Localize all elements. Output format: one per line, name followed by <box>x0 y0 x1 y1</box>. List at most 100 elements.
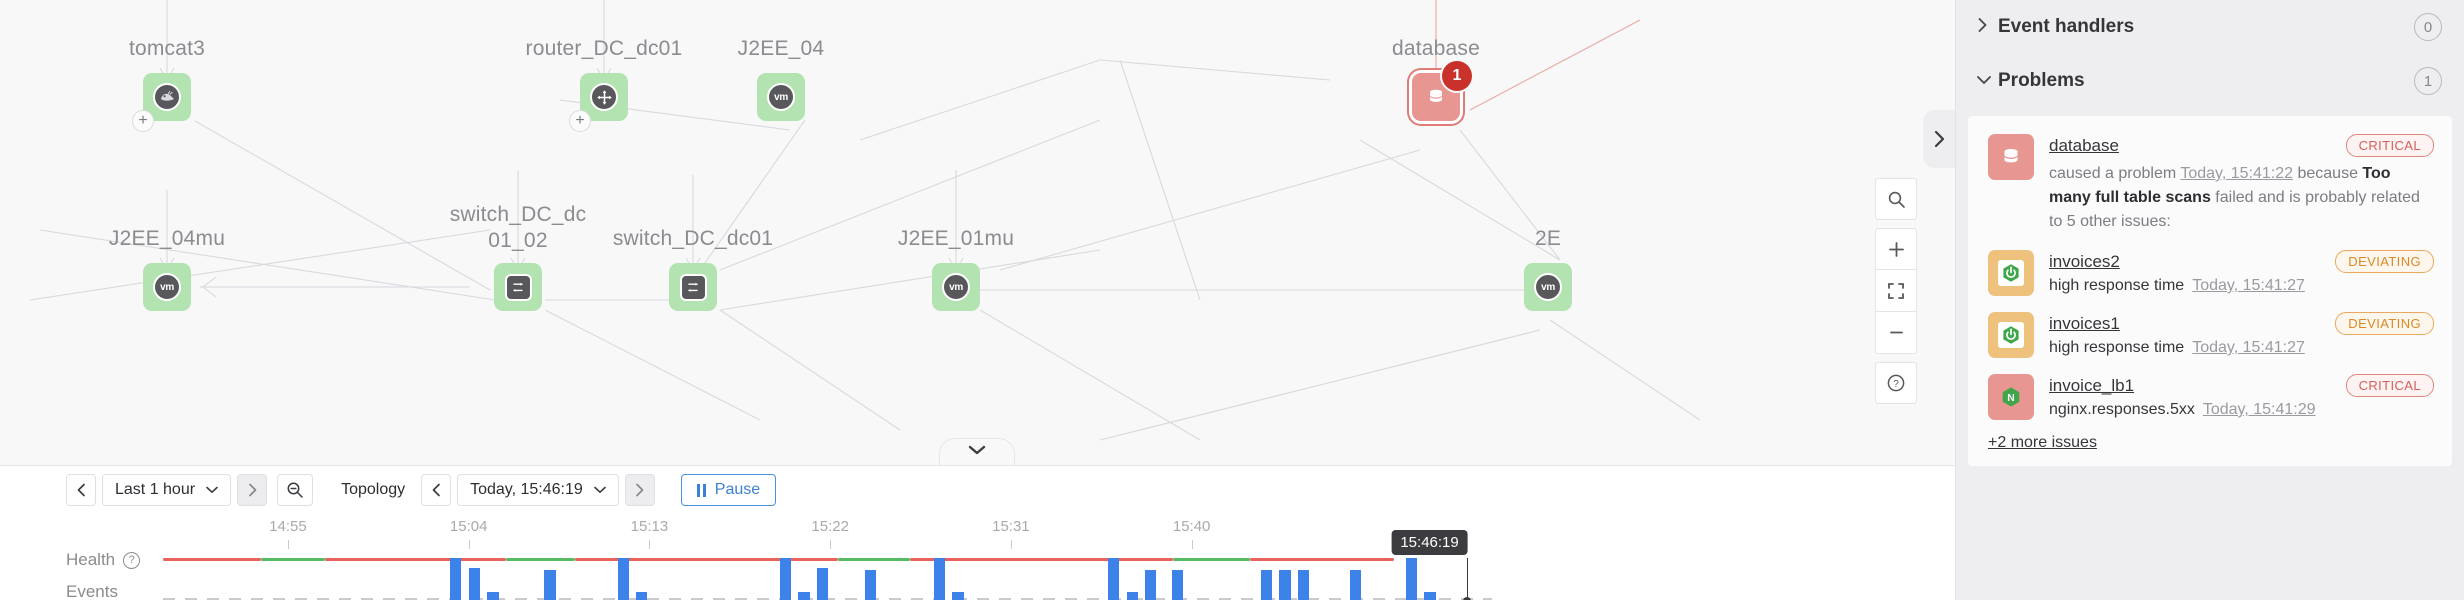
topology-node-switch_DC_dc01_02[interactable] <box>494 263 542 311</box>
health-segment-critical <box>909 558 1174 561</box>
topology-node-J2EE_01mu[interactable]: vm <box>932 263 980 311</box>
event-bar[interactable] <box>1171 570 1183 600</box>
pause-label: Pause <box>714 481 761 498</box>
timeline-chart[interactable]: Health ? Events 14:55 15:04 15:13 15:22 15:3… <box>0 514 1955 600</box>
problem-severity-badge: DEVIATING <box>2335 250 2434 273</box>
event-bar[interactable] <box>779 558 791 600</box>
chevron-left-icon <box>432 483 440 497</box>
timestamp-select[interactable]: Today, 15:46:19 <box>457 474 619 506</box>
expand-node-button[interactable]: + <box>569 110 591 132</box>
topology-node-router_DC_dc01[interactable]: + <box>569 73 628 132</box>
event-bar[interactable] <box>544 570 556 600</box>
chevron-right-icon <box>636 483 644 497</box>
problem-row[interactable]: invoices1 DEVIATING high response time Toda… <box>1968 304 2452 366</box>
search-button[interactable] <box>1875 178 1917 220</box>
event-bar[interactable] <box>1107 558 1120 600</box>
time-range-select[interactable]: Last 1 hour <box>102 474 232 506</box>
timeline-events-label: Events <box>66 582 118 600</box>
problem-entity-link[interactable]: invoices1 <box>2049 314 2120 334</box>
next-timestamp-button[interactable] <box>624 474 655 506</box>
event-bar[interactable] <box>952 592 964 600</box>
node-label-J2EE_hidden: 2E <box>1534 227 1562 250</box>
problem-timestamp-link[interactable]: Today, 15:41:22 <box>2180 165 2293 182</box>
event-bar[interactable] <box>468 568 480 600</box>
event-bar[interactable] <box>816 568 829 600</box>
problem-body: database CRITICAL caused a problem Today, … <box>2049 134 2434 234</box>
event-bar[interactable] <box>1297 570 1310 600</box>
expand-node-button[interactable]: + <box>132 110 154 132</box>
problem-row[interactable]: database CRITICAL caused a problem Today, … <box>1968 126 2452 242</box>
vm-icon: vm <box>942 273 970 301</box>
timeline-tick-mark <box>649 540 651 549</box>
drawer-expand-handle[interactable] <box>1923 110 1955 168</box>
event-bar[interactable] <box>1145 570 1157 600</box>
tomcat-icon <box>153 83 181 111</box>
section-title: Problems <box>1998 70 2085 91</box>
zoom-in-button[interactable] <box>1875 228 1917 270</box>
timeline-tick-mark <box>468 540 470 549</box>
topology-node-tomcat3[interactable]: + <box>132 73 191 132</box>
section-event-handlers[interactable]: Event handlers 0 <box>1956 0 2464 54</box>
problem-entity-icon <box>1988 250 2034 296</box>
problem-timestamp-link[interactable]: Today, 15:41:29 <box>2203 401 2316 418</box>
event-bar[interactable] <box>798 592 810 600</box>
canvas-collapse-button[interactable] <box>939 438 1015 465</box>
node-label-router_DC_dc01: router_DC_dc01 <box>525 37 683 60</box>
problem-entity-link[interactable]: database <box>2049 136 2119 156</box>
event-bar[interactable] <box>933 558 946 600</box>
desc-prefix: caused a problem <box>2049 165 2181 182</box>
chevron-right-icon <box>1976 17 1998 38</box>
timeline-plot[interactable]: 14:55 15:04 15:13 15:22 15:31 15:40 15:46:19 <box>163 514 1492 600</box>
event-bar[interactable] <box>1260 570 1273 600</box>
event-bar[interactable] <box>1279 570 1291 600</box>
zoom-out-button[interactable] <box>1875 312 1917 354</box>
problem-header: invoice_lb1 CRITICAL <box>2049 374 2434 397</box>
problem-entity-link[interactable]: invoice_lb1 <box>2049 376 2134 396</box>
svg-text:?: ? <box>1893 379 1899 390</box>
more-issues-link[interactable]: +2 more issues <box>1988 434 2097 452</box>
pause-button[interactable]: Pause <box>680 474 777 506</box>
topology-node-J2EE_04[interactable]: vm <box>757 73 805 121</box>
problem-entity-icon: N <box>1988 374 2034 420</box>
problem-body: invoice_lb1 CRITICAL nginx.responses.5xx To… <box>2049 374 2434 420</box>
timeline-cursor[interactable]: 15:46:19 <box>1391 530 1472 600</box>
event-bar[interactable] <box>1424 592 1436 600</box>
health-segment-healthy <box>838 558 910 561</box>
problem-timestamp-link[interactable]: Today, 15:41:27 <box>2192 339 2305 356</box>
previous-timestamp-button[interactable] <box>421 474 452 506</box>
node-problem-badge[interactable]: 1 <box>1442 61 1472 91</box>
help-button[interactable]: ? <box>1875 362 1917 404</box>
problem-row[interactable]: Ninvoice_lb1 CRITICAL nginx.responses.5xx T… <box>1968 366 2452 428</box>
topology-node-J2EE_04mu[interactable]: vm <box>143 263 191 311</box>
vm-icon: vm <box>153 273 181 301</box>
event-bar[interactable] <box>617 558 629 600</box>
event-bar[interactable] <box>1126 592 1138 600</box>
event-bar[interactable] <box>1405 558 1417 600</box>
time-range-value: Last 1 hour <box>115 481 196 498</box>
event-bar[interactable] <box>864 570 876 600</box>
health-segment-healthy <box>505 558 575 561</box>
event-bar[interactable] <box>450 558 462 600</box>
topology-node-database[interactable]: 1 <box>1409 61 1472 124</box>
problem-entity-link[interactable]: invoices2 <box>2049 252 2120 272</box>
problem-subtext: nginx.responses.5xx Today, 15:41:29 <box>2049 401 2434 419</box>
topology-canvas[interactable]: tomcat3 + router_DC_dc01 + J2EE_04 vm database… <box>0 0 1955 465</box>
node-label-J2EE_01mu: J2EE_01mu <box>897 227 1015 250</box>
chevron-down-icon <box>593 486 606 493</box>
section-problems[interactable]: Problems 1 <box>1956 54 2464 108</box>
help-icon[interactable]: ? <box>123 551 141 569</box>
problem-timestamp-link[interactable]: Today, 15:41:27 <box>2192 277 2305 294</box>
previous-range-button[interactable] <box>66 474 96 506</box>
event-bar[interactable] <box>1349 570 1362 600</box>
topology-node-J2EE_hidden[interactable]: vm <box>1524 263 1572 311</box>
next-range-button[interactable] <box>237 474 268 506</box>
node-label-J2EE_04: J2EE_04 <box>737 37 825 60</box>
fit-to-screen-button[interactable] <box>1875 270 1917 312</box>
zoom-out-timeframe-button[interactable] <box>277 474 314 506</box>
event-bar[interactable] <box>487 592 499 600</box>
topology-panel: tomcat3 + router_DC_dc01 + J2EE_04 vm database… <box>0 0 1955 600</box>
topology-node-switch_DC_dc01[interactable] <box>669 263 717 311</box>
problem-severity-badge: CRITICAL <box>2345 134 2434 157</box>
event-bar[interactable] <box>636 592 648 600</box>
problem-row[interactable]: invoices2 DEVIATING high response time Toda… <box>1968 242 2452 304</box>
